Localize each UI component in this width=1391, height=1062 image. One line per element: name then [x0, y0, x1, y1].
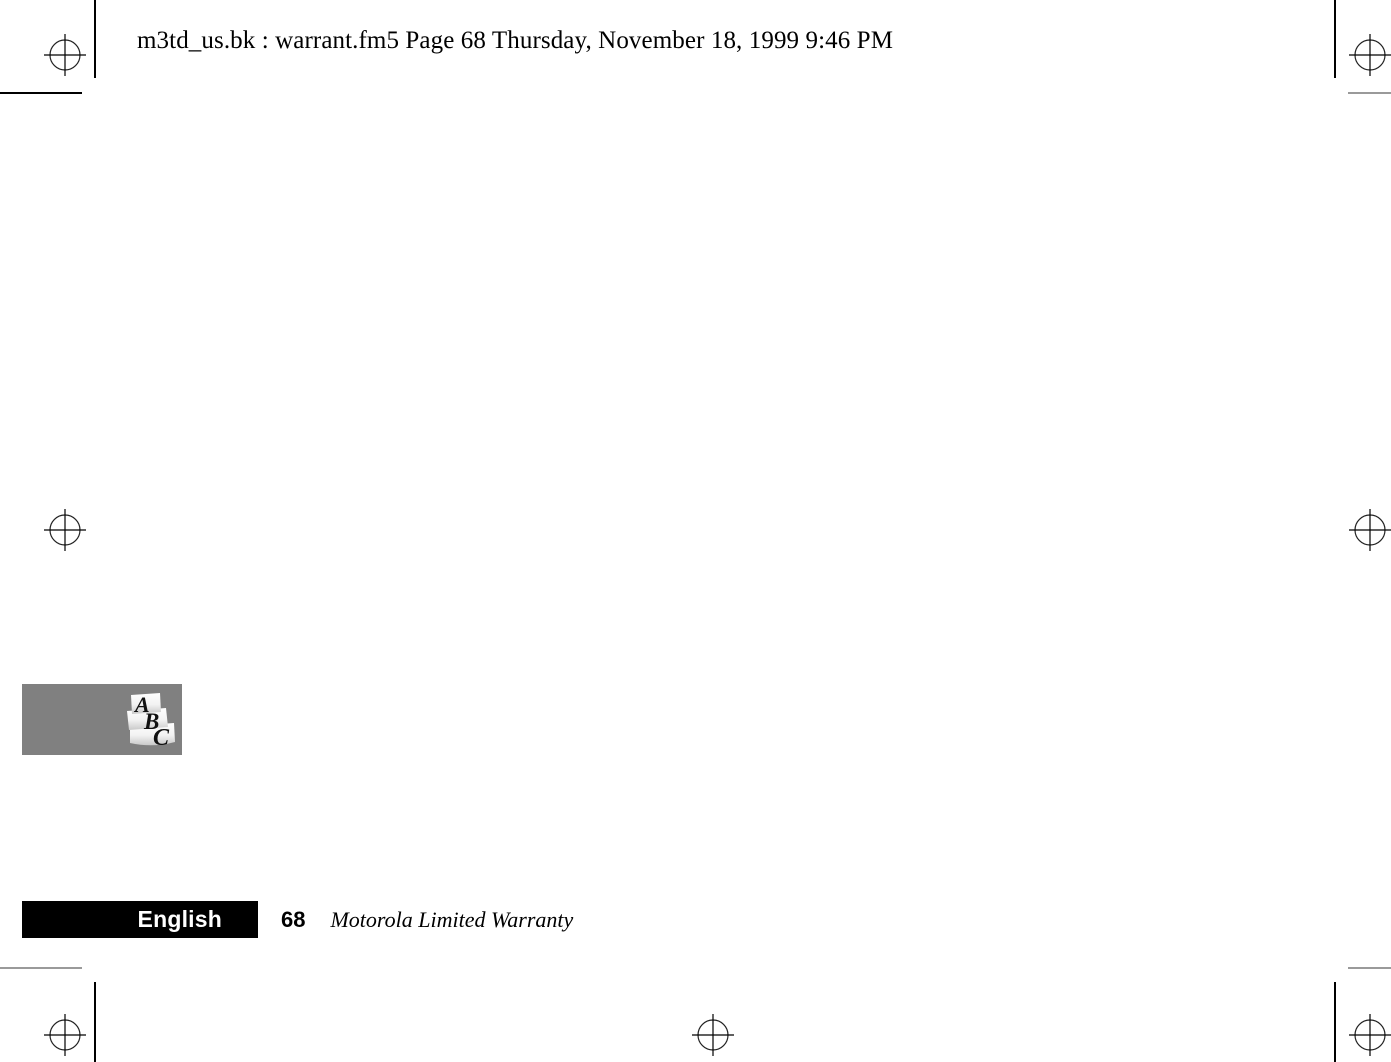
registration-mark-middle-left-icon: [42, 507, 88, 553]
registration-mark-bottom-center-icon: [690, 1012, 736, 1058]
trim-line-bottom-left-vertical: [94, 982, 96, 1062]
language-label: English: [137, 906, 222, 932]
registration-mark-middle-right-icon: [1347, 507, 1391, 553]
page-footer: English 68 Motorola Limited Warranty: [22, 901, 573, 938]
trim-line-top-left-vertical: [94, 0, 96, 78]
page-number: 68: [281, 906, 306, 932]
abc-logo-icon: A B C: [118, 690, 180, 750]
language-bar: English: [22, 901, 258, 938]
registration-mark-top-left-icon: [42, 32, 88, 78]
footer-caption: 68 Motorola Limited Warranty: [258, 901, 573, 938]
page-canvas: m3td_us.bk : warrant.fm5 Page 68 Thursda…: [0, 0, 1391, 1062]
section-title: Motorola Limited Warranty: [330, 906, 574, 932]
trim-line-top-left-horizontal: [0, 92, 82, 94]
trim-line-bottom-left-horizontal: [0, 967, 82, 969]
trim-line-bottom-right-horizontal: [1348, 967, 1391, 969]
logo-panel: A B C: [22, 684, 182, 755]
trim-line-top-right-vertical: [1334, 0, 1336, 78]
svg-text:C: C: [153, 725, 170, 750]
registration-mark-bottom-right-icon: [1347, 1012, 1391, 1058]
document-header-text: m3td_us.bk : warrant.fm5 Page 68 Thursda…: [137, 27, 894, 54]
trim-line-top-right-horizontal: [1348, 92, 1391, 94]
trim-line-bottom-right-vertical: [1334, 982, 1336, 1062]
registration-mark-bottom-left-icon: [42, 1012, 88, 1058]
registration-mark-top-right-icon: [1347, 32, 1391, 78]
